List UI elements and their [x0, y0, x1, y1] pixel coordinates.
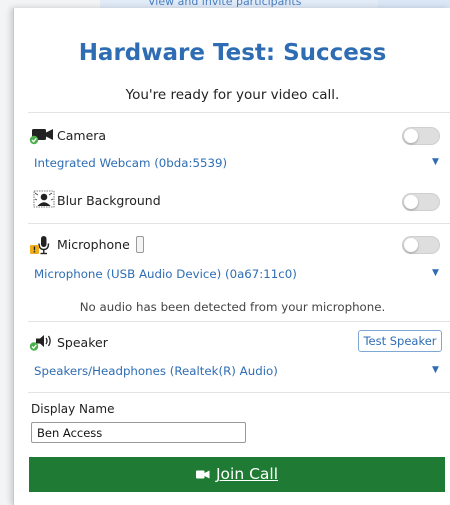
chevron-down-icon[interactable]: ▼ — [432, 157, 439, 167]
invite-participants-link[interactable]: View and invite participants — [148, 0, 301, 8]
camera-device-select[interactable]: Integrated Webcam (0bda:5539) — [34, 156, 227, 170]
test-speaker-button[interactable]: Test Speaker — [358, 330, 442, 352]
divider — [28, 112, 450, 113]
microphone-device-select[interactable]: Microphone (USB Audio Device) (0a67:11c0… — [34, 267, 297, 281]
chevron-down-icon[interactable]: ▼ — [432, 268, 439, 278]
hardware-test-dialog: Hardware Test: Success You're ready for … — [13, 8, 450, 505]
toggle-knob — [404, 129, 418, 143]
display-name-input[interactable] — [31, 422, 246, 443]
dialog-title: Hardware Test: Success — [78, 40, 387, 66]
blur-toggle[interactable] — [402, 193, 440, 211]
blur-background-icon — [33, 190, 55, 208]
check-badge-icon — [29, 135, 39, 145]
camera-toggle[interactable] — [402, 127, 440, 145]
chevron-down-icon[interactable]: ▼ — [432, 365, 439, 375]
dialog-subtitle: You're ready for your video call. — [125, 87, 340, 103]
toggle-knob — [404, 195, 418, 209]
toggle-knob — [404, 238, 418, 252]
microphone-level-meter — [136, 236, 144, 253]
divider — [28, 321, 450, 322]
microphone-notice: No audio has been detected from your mic… — [79, 300, 386, 314]
microphone-icon: ! — [30, 236, 50, 255]
divider — [28, 392, 450, 393]
check-badge-icon — [29, 342, 39, 351]
camera-label: Camera — [57, 128, 107, 143]
divider — [28, 223, 450, 224]
camera-icon — [29, 129, 53, 145]
display-name-label: Display Name — [31, 402, 115, 416]
join-call-label: Join Call — [215, 465, 279, 483]
speaker-icon — [29, 335, 51, 351]
svg-text:!: ! — [33, 246, 37, 255]
join-call-button[interactable]: Join Call — [29, 457, 445, 492]
speaker-label: Speaker — [57, 335, 108, 350]
microphone-label: Microphone — [57, 237, 130, 252]
speaker-device-select[interactable]: Speakers/Headphones (Realtek(R) Audio) — [34, 364, 278, 378]
microphone-toggle[interactable] — [402, 236, 440, 254]
blur-label: Blur Background — [57, 193, 161, 208]
video-camera-icon — [195, 470, 210, 479]
